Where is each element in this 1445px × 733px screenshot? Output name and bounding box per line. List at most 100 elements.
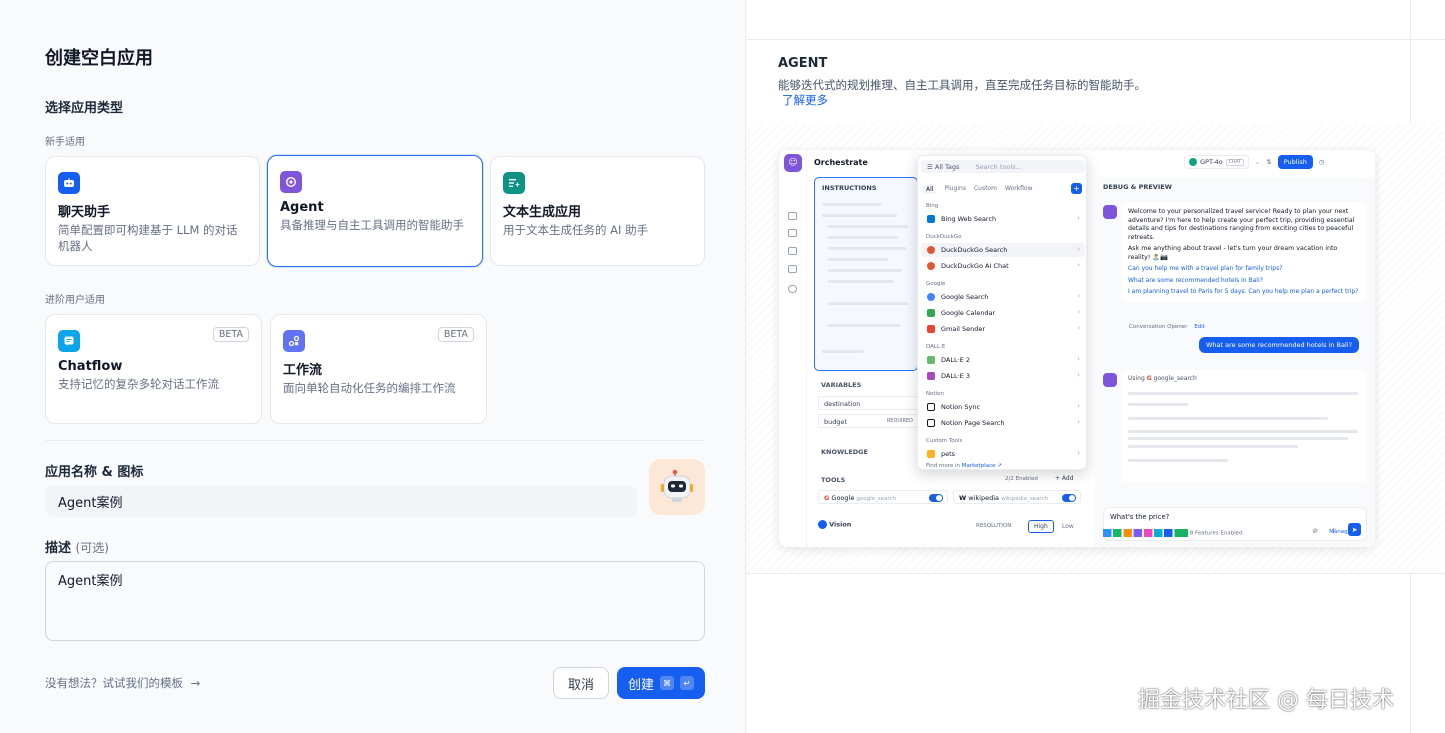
tool-sub: wikipedia_search xyxy=(1001,496,1049,502)
advanced-group-label: 进阶用户适用 xyxy=(45,295,105,306)
dd-item: Bing Web Search › xyxy=(921,212,1085,226)
card-text-generation[interactable]: 文本生成应用 用于文本生成任务的 AI 助手 xyxy=(490,156,705,266)
publish-button: Publish xyxy=(1277,155,1313,169)
learn-more-link[interactable]: 了解更多 xyxy=(782,92,828,108)
app-icon-picker[interactable] xyxy=(649,459,705,515)
chatflow-icon xyxy=(58,330,80,352)
find-more-text: Find more in Marketplace ↗ xyxy=(926,463,1002,469)
placeholder-line xyxy=(828,236,898,239)
create-button[interactable]: 创建 ⌘ ↵ xyxy=(617,667,705,699)
template-link-text: 没有想法？试试我们的模板 xyxy=(45,676,183,690)
variable-name: destination xyxy=(824,400,861,408)
dd-item-label: Gmail Sender xyxy=(941,325,986,333)
wikipedia-icon: W xyxy=(959,494,967,502)
card-agent[interactable]: Agent 具备推理与自主工具调用的智能助手 xyxy=(267,155,483,267)
search-tools-placeholder: Search tools... xyxy=(975,163,1022,171)
card-title: Agent xyxy=(280,200,324,215)
tool-row-google: G Google google_search xyxy=(818,490,948,504)
suggested-question: What are some recommended hotels in Bali… xyxy=(1128,276,1263,284)
card-workflow[interactable]: BETA 工作流 面向单轮自动化任务的编排工作流 xyxy=(270,314,487,424)
marketplace-link: Marketplace ↗ xyxy=(961,463,1002,469)
arrow-right-icon: → xyxy=(190,676,201,690)
card-title: 工作流 xyxy=(283,363,323,378)
placeholder-line xyxy=(822,203,882,206)
tab-workflow: Workflow xyxy=(1004,185,1033,192)
card-desc: 用于文本生成任务的 AI 助手 xyxy=(503,223,649,237)
template-link[interactable]: 没有想法？试试我们的模板 → xyxy=(45,675,200,691)
dd-item-label: pets xyxy=(941,450,956,458)
opener-label: Conversation Opener xyxy=(1129,324,1188,330)
tool-search-bar: ☰ All Tags Search tools... xyxy=(921,160,1085,173)
dd-item: DuckDuckGo Search › xyxy=(921,243,1085,257)
using-tool-name: google_search xyxy=(1153,375,1197,382)
gmail-icon xyxy=(927,325,935,333)
chevron-right-icon: › xyxy=(1077,292,1080,300)
dd-item-label: DuckDuckGo Search xyxy=(941,246,1008,254)
chevron-right-icon: › xyxy=(1077,418,1080,426)
card-title: 文本生成应用 xyxy=(503,205,582,220)
tab-plugins: Plugins xyxy=(944,185,966,192)
dd-item-label: DALL·E 2 xyxy=(941,356,970,364)
dd-item-label: Google Search xyxy=(941,293,989,301)
knowledge-title: KNOWLEDGE xyxy=(821,448,868,456)
using-tool-row: Using G google_search xyxy=(1128,375,1360,384)
description-textarea[interactable]: Agent案例 xyxy=(45,561,705,641)
tools-enabled-count: 2/2 Enabled xyxy=(1005,476,1038,482)
card-chat-assistant[interactable]: 聊天助手 简单配置即可构建基于 LLM 的对话机器人 xyxy=(45,156,260,266)
dd-item: Notion Sync › xyxy=(921,400,1085,414)
tools-title: TOOLS xyxy=(821,476,846,484)
dd-group-label: Google xyxy=(926,281,946,287)
vision-row: Vision RESOLUTION High Low xyxy=(818,520,1083,536)
cancel-button[interactable]: 取消 xyxy=(553,667,609,699)
dd-item: DALL·E 3 › xyxy=(921,369,1085,383)
app-name-label: 应用名称 & 图标 xyxy=(45,465,144,480)
chevron-right-icon: › xyxy=(1077,355,1080,363)
dd-group-label: DuckDuckGo xyxy=(926,234,962,240)
chevron-right-icon: › xyxy=(1077,245,1080,253)
chevron-right-icon: › xyxy=(1077,308,1080,316)
google-icon: G xyxy=(824,494,830,502)
chevron-right-icon: › xyxy=(1077,214,1080,222)
chevron-right-icon: › xyxy=(1077,402,1080,410)
optional-hint: (可选) xyxy=(75,541,109,555)
chat-bot-icon xyxy=(58,172,80,194)
dalle-icon xyxy=(927,356,935,364)
create-label: 创建 xyxy=(627,677,654,693)
logs-icon xyxy=(788,247,797,255)
agent-icon xyxy=(280,171,302,193)
dd-group-label: Notion xyxy=(926,391,945,397)
debug-title: DEBUG & PREVIEW xyxy=(1103,183,1172,191)
tool-name: wikipedia xyxy=(968,494,999,502)
chat-input-text: What's the price? xyxy=(1110,513,1170,521)
dd-item: pets › xyxy=(921,447,1085,459)
user-message: What are some recommended hotels in Bali… xyxy=(1199,337,1360,353)
using-label: Using xyxy=(1128,375,1145,382)
feature-icons xyxy=(1103,529,1188,537)
app-name-input[interactable] xyxy=(45,485,637,517)
bot-avatar-icon: ☺ xyxy=(784,154,802,172)
chevron-right-icon: › xyxy=(1077,371,1080,379)
description-label-text: 描述 xyxy=(45,541,72,556)
mock-sidebar: ☺ xyxy=(779,150,807,547)
placeholder-line xyxy=(822,214,897,217)
sync-icon: ⇅ xyxy=(1266,158,1272,166)
robot-avatar-icon xyxy=(661,469,693,502)
tool-tabs: All Plugins Custom Workflow xyxy=(923,185,1033,194)
create-app-panel: 创建空白应用 选择应用类型 新手适用 聊天助手 简单配置即可构建基于 LLM 的… xyxy=(0,0,746,733)
notion-icon xyxy=(927,419,935,427)
openai-icon xyxy=(1189,158,1197,166)
welcome-text: Welcome to your personalized travel serv… xyxy=(1128,208,1355,241)
tool-name: Google xyxy=(831,494,855,502)
google-icon xyxy=(927,293,935,301)
ask-text: Ask me anything about travel - let's tur… xyxy=(1128,245,1338,261)
all-tags-label: All Tags xyxy=(934,163,960,171)
app-type-section-title: 选择应用类型 xyxy=(45,101,124,116)
card-desc: 面向单轮自动化任务的编排工作流 xyxy=(283,381,456,395)
notion-icon xyxy=(927,403,935,411)
placeholder-line xyxy=(1128,459,1228,462)
card-chatflow[interactable]: BETA Chatflow 支持记忆的复杂多轮对话工作流 xyxy=(45,314,262,424)
tool-picker-dropdown: ☰ All Tags Search tools... All Plugins C… xyxy=(917,155,1087,470)
placeholder-line xyxy=(1128,437,1348,440)
add-tool-button[interactable]: + Add xyxy=(1055,475,1074,482)
dd-group-label: Bing xyxy=(926,203,939,209)
